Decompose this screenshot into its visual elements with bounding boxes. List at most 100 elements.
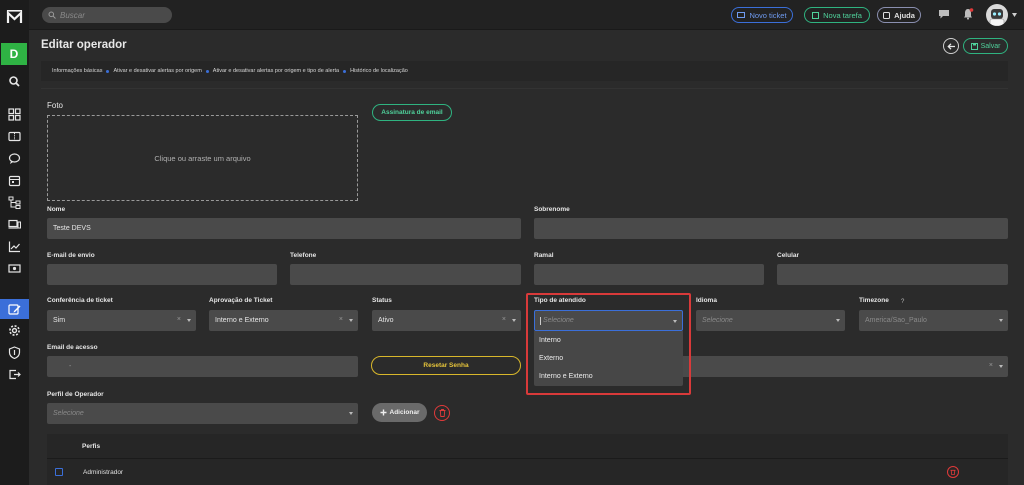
messages-icon[interactable] — [938, 8, 950, 20]
email-signature-button[interactable]: Assinatura de email — [372, 104, 452, 121]
calendar-icon[interactable] — [8, 174, 21, 187]
sidebar: D — [0, 0, 29, 485]
tab-location-history[interactable]: Histórico de localização — [350, 68, 408, 74]
send-email-label: E-mail de envio — [47, 252, 95, 259]
mobile-input[interactable] — [777, 264, 1008, 285]
dashboard-icon[interactable] — [8, 108, 21, 121]
ticket-approval-label: Aprovação de Ticket — [209, 297, 273, 304]
new-task-button[interactable]: Nova tarefa — [804, 7, 870, 23]
access-email-input[interactable]: - — [47, 356, 358, 377]
help-label: Ajuda — [894, 10, 915, 20]
search-input[interactable] — [60, 10, 160, 20]
chart-icon[interactable] — [8, 240, 21, 253]
profile-name-cell: Administrador — [83, 469, 124, 476]
clear-icon[interactable]: × — [502, 316, 506, 323]
photo-dropzone[interactable]: Clique ou arraste um arquivo — [47, 115, 358, 201]
extension-label: Ramal — [534, 252, 554, 259]
timezone-select[interactable]: America/Sao_Paulo — [859, 310, 1008, 331]
operator-profile-select[interactable]: Selecione — [47, 403, 358, 424]
task-icon — [812, 11, 820, 19]
trash-icon — [950, 469, 956, 475]
delete-profile-button[interactable] — [434, 405, 450, 421]
add-label: Adicionar — [389, 409, 420, 416]
phone-input[interactable] — [290, 264, 521, 285]
timezone-value: America/Sao_Paulo — [865, 317, 927, 324]
operator-profile-label: Perfil de Operador — [47, 391, 104, 398]
search-icon[interactable] — [8, 75, 21, 88]
gear-icon[interactable] — [8, 324, 21, 337]
shield-icon[interactable] — [8, 346, 21, 359]
name-input[interactable]: Teste DEVS — [47, 218, 521, 239]
save-label: Salvar — [980, 42, 1001, 50]
highlight-box — [526, 293, 691, 395]
tab-alerts-by-origin-and-type[interactable]: Ativar e desativar alertas por origem e … — [213, 68, 339, 74]
tab-separator — [106, 69, 110, 73]
status-select[interactable]: Ativo × — [372, 310, 521, 331]
mobile-label: Celular — [777, 252, 800, 259]
trash-icon — [439, 409, 445, 417]
row-checkbox[interactable] — [55, 468, 63, 476]
chevron-down-icon[interactable] — [1012, 13, 1017, 17]
chevron-down-icon[interactable] — [187, 319, 191, 322]
chevron-down-icon[interactable] — [999, 365, 1003, 368]
table-header: Perfis — [47, 434, 1008, 459]
company-avatar[interactable]: D — [1, 43, 27, 65]
save-button[interactable]: Salvar — [963, 38, 1008, 54]
operator-edit-icon[interactable] — [8, 303, 21, 316]
clear-icon[interactable]: × — [989, 362, 993, 369]
chevron-down-icon[interactable] — [349, 319, 353, 322]
tab-separator — [205, 69, 209, 73]
search-box[interactable] — [42, 7, 172, 23]
new-ticket-label: Novo ticket — [749, 10, 787, 20]
clear-icon[interactable]: × — [339, 316, 343, 323]
search-icon — [48, 11, 56, 19]
language-select[interactable]: Selecione — [696, 310, 845, 331]
table-row[interactable]: Administrador — [47, 460, 1008, 485]
extension-input[interactable] — [534, 264, 764, 285]
money-icon[interactable] — [8, 262, 21, 275]
chevron-down-icon[interactable] — [836, 319, 840, 322]
status-label: Status — [372, 297, 392, 304]
surname-label: Sobrenome — [534, 206, 570, 213]
chevron-down-icon[interactable] — [512, 319, 516, 322]
tab-basic-info[interactable]: Informações básicas — [52, 68, 102, 74]
timezone-label: Timezone — [859, 297, 889, 304]
delete-row-button[interactable] — [947, 466, 959, 478]
ticket-approval-value: Interno e Externo — [215, 317, 269, 324]
help-button[interactable]: Ajuda — [877, 7, 921, 23]
surname-input[interactable] — [534, 218, 1008, 239]
tab-separator — [343, 69, 347, 73]
user-avatar[interactable] — [986, 4, 1008, 26]
name-label: Nome — [47, 206, 66, 213]
app-logo-icon[interactable] — [6, 9, 23, 26]
language-placeholder: Selecione — [702, 317, 733, 324]
upload-hint: Clique ou arraste um arquivo — [154, 153, 251, 163]
clear-icon[interactable]: × — [177, 316, 181, 323]
chat-icon[interactable] — [8, 152, 21, 165]
devices-icon[interactable] — [8, 218, 21, 231]
ticket-conference-select[interactable]: Sim × — [47, 310, 196, 331]
hierarchy-icon[interactable] — [8, 196, 21, 209]
send-email-input[interactable] — [47, 264, 277, 285]
chevron-down-icon[interactable] — [349, 412, 353, 415]
reset-password-button[interactable]: Resetar Senha — [371, 356, 521, 375]
ticket-conference-label: Conferência de ticket — [47, 297, 113, 304]
phone-label: Telefone — [290, 252, 317, 259]
info-icon[interactable]: ? — [900, 298, 906, 304]
chevron-down-icon[interactable] — [999, 319, 1003, 322]
arrow-left-icon — [946, 42, 955, 50]
tab-alerts-by-origin[interactable]: Ativar e desativar alertas por origem — [113, 68, 201, 74]
svg-text:?: ? — [901, 299, 905, 304]
operator-profile-placeholder: Selecione — [53, 410, 84, 417]
ticket-icon[interactable] — [8, 130, 21, 143]
new-ticket-button[interactable]: Novo ticket — [731, 7, 793, 23]
add-profile-button[interactable]: Adicionar — [372, 403, 427, 422]
profiles-table: Perfis Administrador — [47, 434, 1008, 485]
ticket-icon — [737, 12, 746, 18]
back-button[interactable] — [943, 38, 959, 54]
ticket-approval-select[interactable]: Interno e Externo × — [209, 310, 358, 331]
notifications-icon[interactable] — [962, 8, 974, 20]
ticket-conference-value: Sim — [53, 317, 66, 324]
top-bar: Novo ticket Nova tarefa Ajuda — [29, 0, 1024, 30]
logout-icon[interactable] — [8, 368, 21, 381]
